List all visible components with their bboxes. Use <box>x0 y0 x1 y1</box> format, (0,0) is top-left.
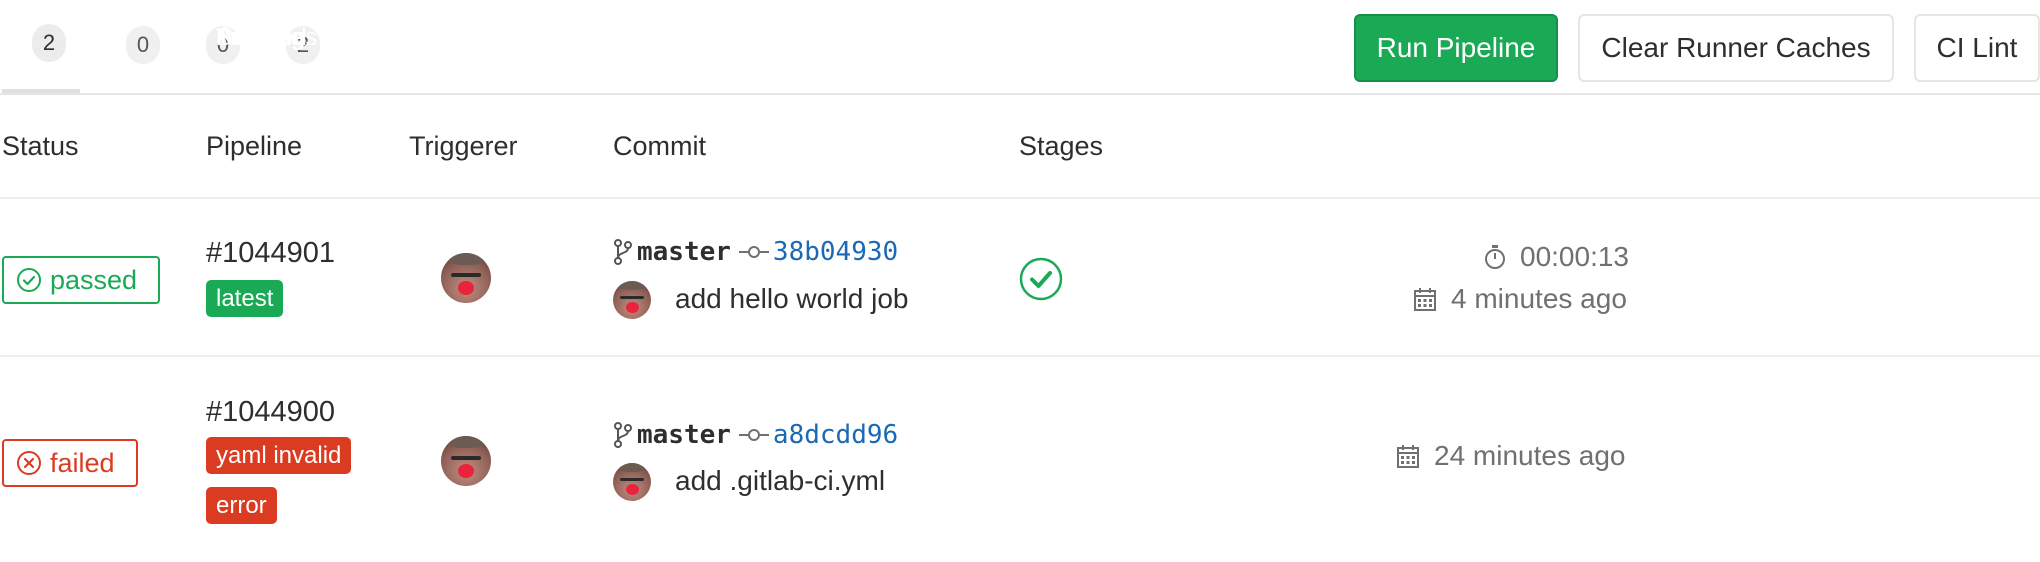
column-triggerer: Triggerer <box>409 131 518 161</box>
nav-actions: Run Pipeline Clear Runner Caches CI Lint <box>1334 14 2040 82</box>
pipeline-id-link[interactable]: #1044901 <box>206 237 335 270</box>
error-label: error <box>206 487 277 524</box>
commit-icon <box>738 429 769 441</box>
calendar-icon <box>1397 445 1419 468</box>
branch-icon <box>614 422 632 448</box>
latest-label: latest <box>206 280 284 317</box>
branch-icon <box>614 239 632 265</box>
finished-at: 24 minutes ago <box>1396 440 1625 472</box>
run-pipeline-button[interactable]: Run Pipeline <box>1354 14 1558 82</box>
commit-ref: master 38b04930 <box>613 237 898 267</box>
clear-runner-caches-button[interactable]: Clear Runner Caches <box>1578 14 1894 82</box>
stage-success-icon[interactable] <box>1019 257 1063 301</box>
commit-sha-link[interactable]: 38b04930 <box>773 237 898 267</box>
tab-pending[interactable]: Pending 0 <box>114 0 304 93</box>
pipelines-nav: All 2 Pending 0 Running 0 Finished 2 Bra… <box>0 0 2040 95</box>
duration: 00:00:13 <box>1484 241 1629 273</box>
status-text: passed <box>50 264 138 295</box>
column-stages: Stages <box>1019 131 1104 161</box>
tab-all[interactable]: All 2 <box>2 0 247 93</box>
triggerer-avatar[interactable] <box>441 253 491 303</box>
column-pipeline: Pipeline <box>206 131 303 161</box>
column-commit: Commit <box>613 131 706 161</box>
branch-name-link[interactable]: master <box>637 420 731 450</box>
commit-ref: master a8dcdd96 <box>613 420 898 450</box>
status-badge-failed[interactable]: failed <box>2 439 138 487</box>
scope-tabs: All 2 Pending 0 Running 0 Finished 2 Bra… <box>0 0 422 95</box>
check-circle-icon <box>17 268 41 292</box>
tab-tags-label: Tags <box>216 24 267 51</box>
commit-icon <box>738 246 769 258</box>
finished-at-text: 4 minutes ago <box>1451 283 1627 314</box>
pipeline-id-link[interactable]: #1044900 <box>206 396 335 429</box>
table-row: failed #1044900 yaml invalid error maste… <box>0 357 2040 562</box>
commit-title-link[interactable]: add hello world job <box>675 283 909 315</box>
x-circle-icon <box>17 451 41 475</box>
status-badge-passed[interactable]: passed <box>2 256 160 304</box>
commit-author-avatar[interactable] <box>613 463 651 501</box>
finished-at: 4 minutes ago <box>1413 283 1627 315</box>
commit-author-avatar[interactable] <box>613 281 651 319</box>
column-status: Status <box>2 131 79 161</box>
duration-text: 00:00:13 <box>1520 241 1629 272</box>
yaml-invalid-label: yaml invalid <box>206 437 352 474</box>
timer-icon <box>1485 245 1505 269</box>
status-text: failed <box>50 447 115 478</box>
table-row: passed #1044901 latest master 38b04930 a… <box>0 199 2040 357</box>
tab-pending-count: 0 <box>126 25 160 64</box>
commit-sha-link[interactable]: a8dcdd96 <box>773 420 898 450</box>
triggerer-avatar[interactable] <box>441 436 491 486</box>
ci-lint-button[interactable]: CI Lint <box>1914 14 2040 82</box>
commit-title-link[interactable]: add .gitlab-ci.yml <box>675 465 885 497</box>
branch-name-link[interactable]: master <box>637 237 731 267</box>
calendar-icon <box>1414 288 1436 311</box>
pipelines-table-header: Status Pipeline Triggerer Commit Stages <box>0 95 2040 199</box>
finished-at-text: 24 minutes ago <box>1434 440 1626 471</box>
tab-all-count: 2 <box>32 23 66 62</box>
